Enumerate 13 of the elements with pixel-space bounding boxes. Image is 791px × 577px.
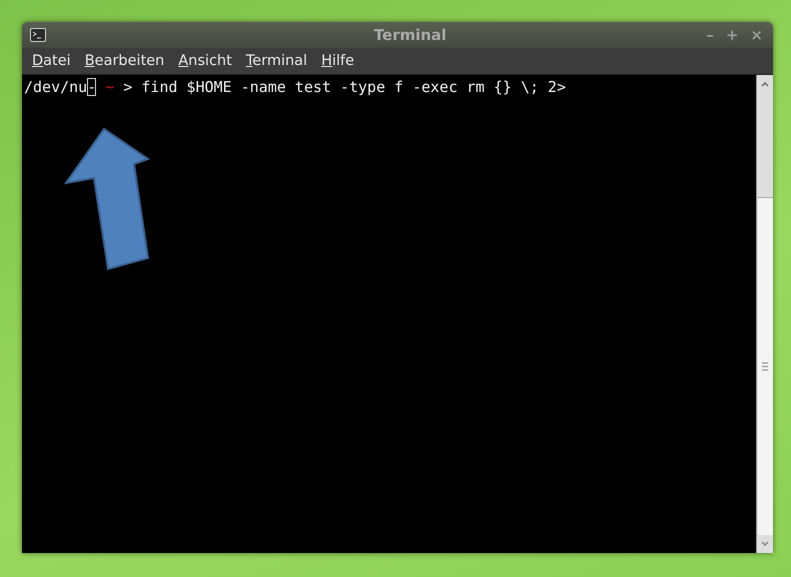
terminal-line: /dev/nu- ~ > find $HOME -name test -type f -exec rm {} \; 2> [24, 77, 567, 97]
menu-item[interactable]: Terminal [240, 51, 314, 71]
terminal-icon [30, 28, 46, 42]
menu-item[interactable]: Hilfe [315, 51, 360, 71]
menu-item[interactable]: Datei [26, 51, 77, 71]
scroll-down-icon[interactable] [760, 540, 770, 548]
scrollbar[interactable] [756, 75, 773, 553]
menu-item[interactable]: Ansicht [172, 51, 238, 71]
grip-icon [762, 362, 768, 371]
menu-item[interactable]: Bearbeiten [78, 51, 170, 71]
window-title: Terminal [372, 26, 448, 44]
scrollbar-thumb[interactable] [758, 197, 772, 535]
scroll-up-icon[interactable] [760, 80, 770, 88]
